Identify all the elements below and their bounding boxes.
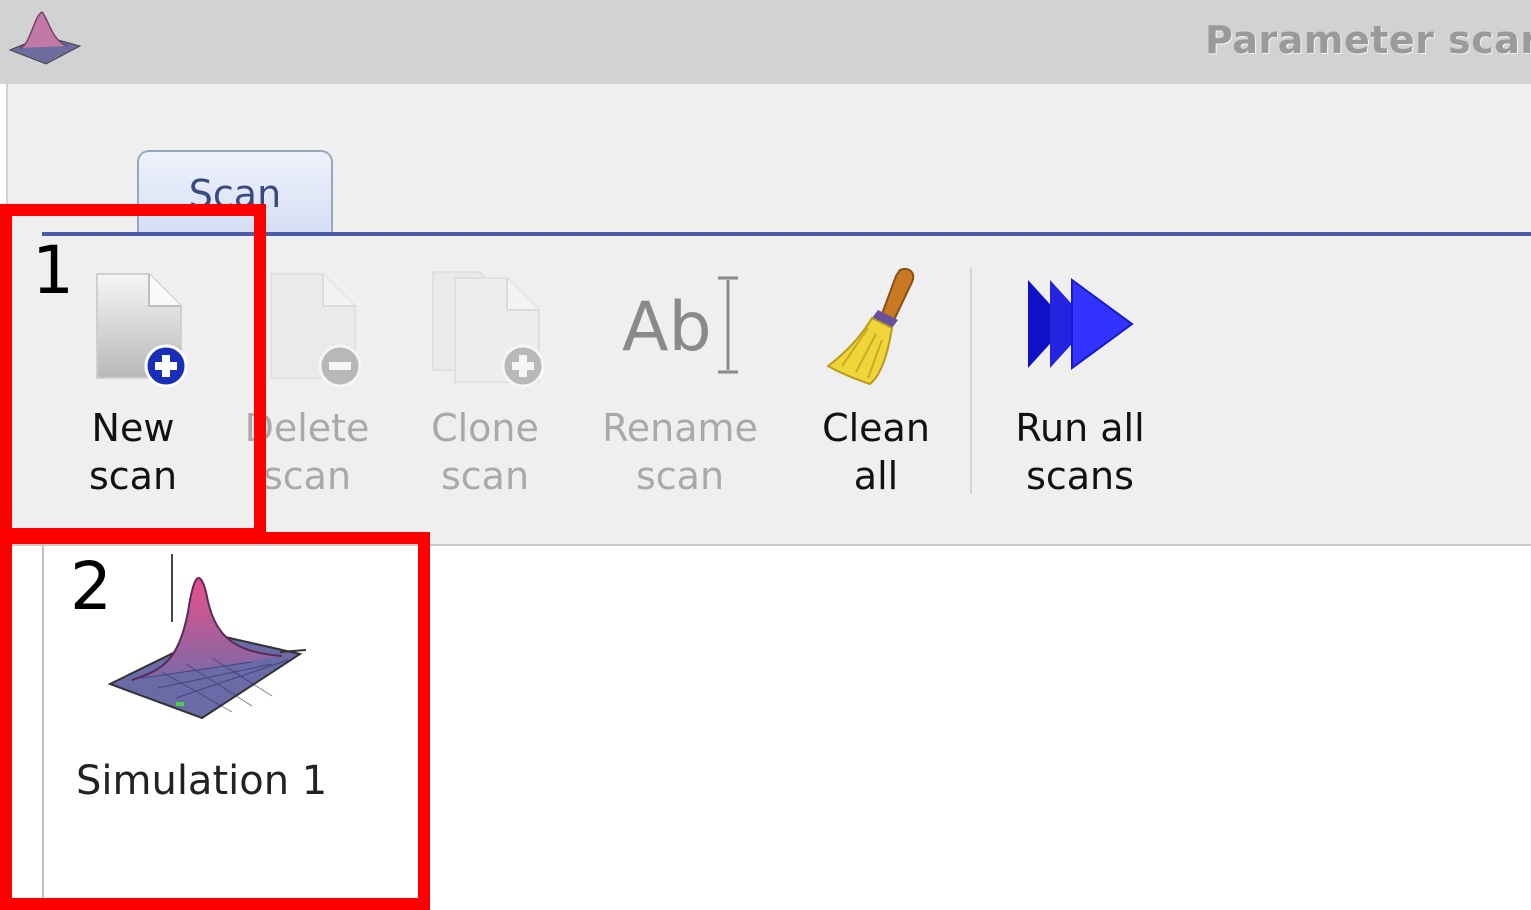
title-bar: Parameter scan [0, 0, 1531, 84]
annotation-box-2 [0, 532, 430, 910]
run-all-scans-label: Run all scans [1015, 406, 1145, 498]
fast-forward-icon [1028, 278, 1134, 370]
rename-scan-label: Rename scan [602, 406, 758, 498]
rename-text-icon: Ab [622, 276, 738, 374]
clone-document-icon [432, 271, 545, 388]
toolbar-separator [970, 268, 972, 494]
rename-scan-button[interactable]: Ab Rename scan [590, 262, 770, 502]
run-all-scans-button[interactable]: Run all scans [1000, 262, 1160, 502]
clone-scan-button[interactable]: Clone scan [420, 262, 550, 502]
annotation-number-2: 2 [70, 548, 112, 625]
surface-plot-icon [8, 11, 82, 65]
window-title: Parameter scan [1205, 18, 1531, 62]
clean-all-button[interactable]: Clean all [812, 262, 940, 502]
broom-icon [826, 268, 915, 386]
svg-text:Ab: Ab [622, 288, 712, 367]
clean-all-label: Clean all [822, 406, 930, 498]
annotation-number-1: 1 [32, 232, 74, 309]
clone-scan-label: Clone scan [431, 406, 539, 498]
